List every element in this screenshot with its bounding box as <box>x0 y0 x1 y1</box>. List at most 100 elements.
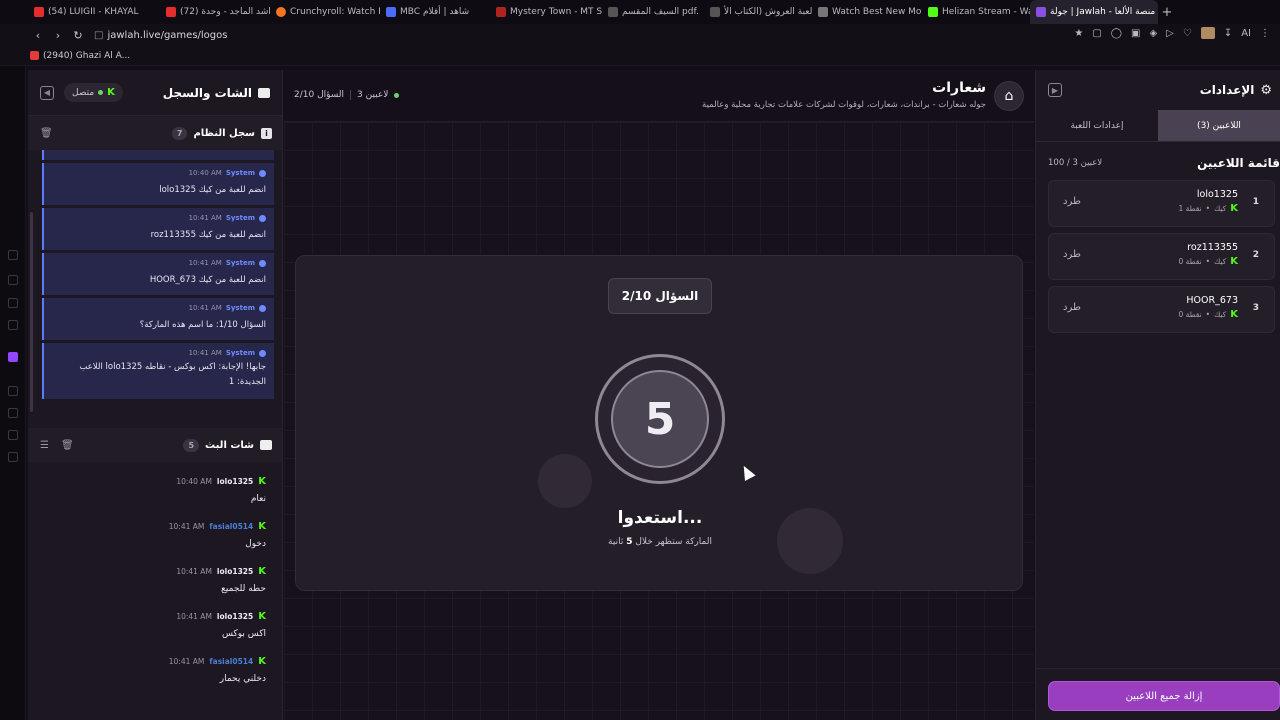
heart-icon[interactable]: ♡ <box>1183 28 1192 39</box>
trash-icon[interactable]: 🗑 <box>40 128 53 139</box>
browser-tab[interactable]: MBC شاهد | أفلام <box>380 0 490 24</box>
tab-label: لعبة العروش (الكتاب الأ <box>724 7 812 17</box>
log-message: 10:40 AM System lolo1325 انضم للعبة من كي… <box>42 163 274 205</box>
player-rank: 2 <box>1252 250 1259 260</box>
player-platform: كيك <box>1214 204 1227 213</box>
browser-tab[interactable]: (72) راشد الماجد - وحدة <box>160 0 270 24</box>
reveal-unit: ثانية <box>608 537 624 547</box>
tab-players[interactable]: اللاعبين (3) <box>1158 110 1280 141</box>
message-time: 10:41 AM <box>168 657 205 666</box>
chat-message: 10:40 AM lolo1325 K نعام <box>44 476 266 521</box>
pin-icon[interactable]: ★ <box>1074 28 1083 39</box>
browser-tab[interactable]: لعبة العروش (الكتاب الأ <box>704 0 812 24</box>
sidebar-app-icon[interactable] <box>8 386 18 396</box>
reload-icon[interactable]: ↻ <box>68 29 88 42</box>
player-points: 0 نقطة <box>1178 257 1202 266</box>
tab-label: Mystery Town - MT S <box>510 7 602 17</box>
home-button[interactable]: ⌂ <box>994 81 1024 111</box>
bookmark-item[interactable]: (2940) Ghazi Al A... <box>43 51 130 61</box>
countdown-card: السؤال 2/10 5 استعدوا... الماركة ستظهر خ… <box>295 255 1023 591</box>
new-tab-icon[interactable]: + <box>1158 5 1176 20</box>
reveal-hint: الماركة ستظهر خلال 5 ثانية <box>296 537 1024 547</box>
tab-label: (54) LUIGII - KHAYAL <box>48 7 139 17</box>
tab-game-settings[interactable]: إعدادات اللعبة <box>1036 110 1158 141</box>
message-user[interactable]: lolo1325 <box>217 477 253 486</box>
kick-logo-icon: K <box>258 521 266 532</box>
browser-tab[interactable]: Mystery Town - MT S <box>490 0 602 24</box>
sidebar-app-icon[interactable] <box>8 430 18 440</box>
system-log-header: 🗑 7 سجل النظام i <box>28 116 282 150</box>
get-ready-text: استعدوا... <box>617 508 703 528</box>
remove-all-players-button[interactable]: إزالة جميع اللاعبين <box>1048 681 1280 711</box>
sidebar-app-icon[interactable] <box>8 320 18 330</box>
menu-icon[interactable]: ⋮ <box>1260 28 1270 39</box>
log-message: 10:41 AM System roz113355 انضم للعبة من ك… <box>42 208 274 250</box>
sidebar-app-icon[interactable] <box>8 298 18 308</box>
play-icon[interactable]: ▷ <box>1166 28 1174 39</box>
live-chat-header: ☰ 🗑 5 شات البث <box>28 428 282 462</box>
sidebar-app-icon[interactable] <box>8 408 18 418</box>
back-icon[interactable]: ‹ <box>28 29 48 42</box>
extension-icon[interactable]: ▢ <box>1092 28 1101 39</box>
trash-icon[interactable]: 🗑 <box>61 440 74 451</box>
message-time: 10:41 AM <box>188 304 222 312</box>
settings-panel: ▶ الإعدادات ⚙ إعدادات اللعبة اللاعبين (3… <box>1035 70 1280 720</box>
browser-tab[interactable]: السيف المقسم pdf. <box>602 0 704 24</box>
url-text: jawlah.live/games/logos <box>107 29 228 41</box>
info-icon: i <box>261 127 272 139</box>
message-user[interactable]: fasial0514 <box>209 522 253 531</box>
separator-dot: • <box>1205 257 1211 266</box>
divider <box>1036 668 1280 669</box>
settings-tabs: إعدادات اللعبة اللاعبين (3) <box>1036 110 1280 142</box>
message-user[interactable]: lolo1325 <box>217 612 253 621</box>
kick-logo-icon: K <box>1230 309 1238 320</box>
countdown-ring: 5 <box>595 354 725 484</box>
avatar[interactable] <box>1200 27 1215 39</box>
player-card: طرد lolo1325 1 نقطة • كيك K 1 <box>1048 180 1275 227</box>
kick-button[interactable]: طرد <box>1063 302 1081 313</box>
system-log-title: سجل النظام <box>193 127 255 139</box>
forward-icon[interactable]: › <box>48 29 68 42</box>
filter-icon[interactable]: ☰ <box>40 440 49 451</box>
message-time: 10:41 AM <box>188 214 222 222</box>
message-text: اللاعب lolo1325 جابها! الإجابة: اكس بوكس… <box>79 362 266 387</box>
download-icon[interactable]: ↧ <box>1224 28 1232 39</box>
browser-tab[interactable]: Crunchyroll: Watch P <box>270 0 380 24</box>
message-text: roz113355 انضم للعبة من كيك <box>150 230 266 240</box>
decorative-circle <box>538 454 592 508</box>
players-list-title: قائمة اللاعبين <box>1197 156 1280 170</box>
shield-icon[interactable]: ◯ <box>1111 28 1122 39</box>
system-log-list[interactable]: 10:40 AM System lolo1325 انضم للعبة من كي… <box>28 150 282 418</box>
screenshot-icon[interactable]: ▣ <box>1131 28 1140 39</box>
collapse-panel-icon[interactable]: ▶ <box>1048 83 1062 97</box>
url-field[interactable]: □ jawlah.live/games/logos <box>94 30 227 41</box>
collapse-panel-icon[interactable]: ◀ <box>40 85 54 100</box>
ai-icon[interactable]: AI <box>1241 28 1251 39</box>
kick-button[interactable]: طرد <box>1063 196 1081 207</box>
sidebar-app-icon[interactable] <box>8 250 18 260</box>
browser-tab[interactable]: Watch Best New Mov <box>812 0 922 24</box>
sidebar-app-icon[interactable] <box>8 275 18 285</box>
message-user[interactable]: fasial0514 <box>209 657 253 666</box>
scrollbar-thumb[interactable] <box>30 212 33 412</box>
browser-tab-active[interactable]: جولة | Jawlah - منصة الألعا <box>1030 0 1158 24</box>
browser-tab[interactable]: (54) LUIGII - KHAYAL <box>28 0 160 24</box>
message-user[interactable]: lolo1325 <box>217 567 253 576</box>
live-chat-list[interactable]: 10:40 AM lolo1325 K نعام 10:41 AM fasial051… <box>28 462 282 701</box>
kick-logo-icon: K <box>107 87 115 98</box>
tab-favicon-icon <box>928 7 938 17</box>
translate-icon[interactable]: ◈ <box>1149 28 1157 39</box>
youtube-icon <box>30 51 39 60</box>
browser-tab[interactable]: Helizan Stream - Wa <box>922 0 1030 24</box>
player-rank: 3 <box>1252 303 1259 313</box>
message-sender: System <box>225 259 255 267</box>
twitch-icon[interactable] <box>8 352 18 362</box>
live-chat-section: ☰ 🗑 5 شات البث 10:40 AM lolo1325 K نعام 10… <box>28 428 282 701</box>
settings-icon[interactable] <box>8 452 18 462</box>
page-subtitle: جوله شعارات - براندات، شعارات، لوقوات لش… <box>702 100 986 110</box>
chat-panel: ◀ متصل K الشات والسجل 🗑 7 سجل النظام i 1… <box>28 70 283 720</box>
tab-favicon-icon <box>166 7 176 17</box>
kick-button[interactable]: طرد <box>1063 249 1081 260</box>
system-icon <box>259 349 266 357</box>
kick-logo-icon: K <box>1230 256 1238 267</box>
